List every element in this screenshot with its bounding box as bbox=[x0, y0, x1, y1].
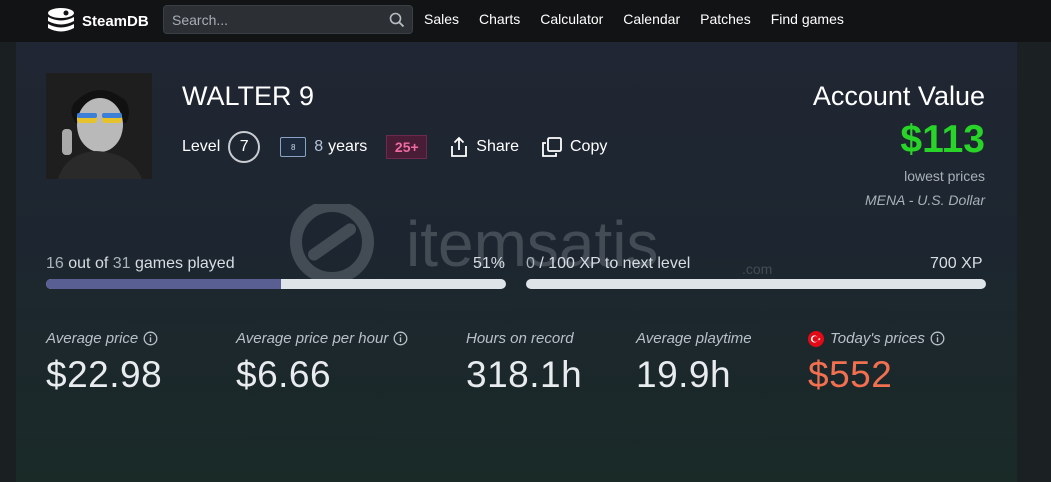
page-gutter-left bbox=[0, 42, 16, 482]
games-played-count: 16 bbox=[46, 255, 64, 272]
stat-average-playtime-value: 19.9h bbox=[636, 354, 732, 395]
account-value-title: Account Value bbox=[812, 81, 985, 111]
copy-button[interactable]: Copy bbox=[541, 136, 607, 158]
games-played-text: games played bbox=[134, 255, 235, 272]
nav-link-find-games[interactable]: Find games bbox=[771, 11, 844, 27]
steamdb-logo-icon bbox=[48, 8, 74, 32]
level-badge: 7 bbox=[228, 131, 261, 163]
stat-hours-on-record-value: 318.1h bbox=[466, 354, 583, 395]
page-gutter-right bbox=[1017, 42, 1051, 482]
top-nav: SteamDB Sales Charts Calculator Calendar… bbox=[0, 0, 1051, 42]
level-label: Level bbox=[182, 138, 221, 155]
stat-average-price-label: Average price bbox=[46, 330, 158, 347]
games-played-percent: 51% bbox=[473, 255, 506, 272]
years-label: years bbox=[328, 138, 368, 155]
avatar[interactable] bbox=[46, 73, 152, 179]
turkey-flag-icon bbox=[808, 330, 824, 347]
share-label: Share bbox=[476, 138, 519, 155]
nav-link-calendar[interactable]: Calendar bbox=[623, 11, 680, 27]
watermark-domain: .com bbox=[742, 261, 772, 277]
stat-todays-prices-value: $552 bbox=[808, 354, 893, 395]
xp-needed: 100 XP to next level bbox=[548, 255, 691, 272]
games-played-bar bbox=[46, 279, 506, 289]
nav-link-sales[interactable]: Sales bbox=[424, 11, 459, 27]
account-value: $113 bbox=[900, 118, 985, 161]
xp-total: 700 XP bbox=[930, 255, 983, 272]
stat-hours-on-record-label: Hours on record bbox=[466, 330, 574, 347]
years-count: 8 bbox=[314, 138, 324, 155]
info-icon[interactable] bbox=[930, 331, 945, 346]
brand-name: SteamDB bbox=[82, 12, 149, 30]
account-value-note: lowest prices bbox=[904, 168, 985, 184]
info-icon[interactable] bbox=[143, 331, 158, 346]
avatar-image bbox=[46, 73, 152, 179]
stat-average-price-per-hour-label: Average price per hour bbox=[236, 330, 408, 347]
stat-average-playtime-label: Average playtime bbox=[636, 330, 752, 347]
games-total-count: 31 bbox=[112, 255, 131, 272]
copy-label: Copy bbox=[569, 138, 608, 155]
nav-link-calculator[interactable]: Calculator bbox=[540, 11, 603, 27]
profile-name: WALTER 9 bbox=[182, 81, 315, 111]
share-button[interactable]: Share bbox=[449, 136, 519, 158]
years-service-badge: 8 bbox=[280, 137, 307, 157]
games-played-bar-fill bbox=[46, 279, 281, 289]
xp-current: 0 bbox=[526, 255, 535, 272]
search-box[interactable] bbox=[163, 5, 413, 34]
share-icon bbox=[451, 136, 468, 157]
stat-average-price-value: $22.98 bbox=[46, 354, 163, 395]
games-owned-badge: 25+ bbox=[386, 135, 428, 159]
search-icon[interactable] bbox=[389, 12, 405, 28]
nav-link-patches[interactable]: Patches bbox=[700, 11, 751, 27]
search-input[interactable] bbox=[164, 10, 379, 29]
profile-meta: Level 7 8 8 years 25+ Share Copy bbox=[182, 131, 607, 163]
nav-links: Sales Charts Calculator Calendar Patches… bbox=[424, 11, 864, 27]
stat-todays-prices-label: Today's prices bbox=[808, 330, 945, 347]
xp-label: 0 / 100 XP to next level bbox=[526, 255, 691, 272]
account-value-region[interactable]: MENA - U.S. Dollar bbox=[865, 192, 985, 208]
nav-link-charts[interactable]: Charts bbox=[479, 11, 520, 27]
xp-bar bbox=[526, 279, 986, 289]
copy-icon bbox=[542, 137, 562, 157]
stat-average-price-per-hour-value: $6.66 bbox=[236, 354, 332, 395]
games-played-label: 16 out of 31 games played bbox=[46, 255, 235, 272]
steamdb-logo[interactable]: SteamDB bbox=[46, 6, 149, 36]
info-icon[interactable] bbox=[393, 331, 408, 346]
